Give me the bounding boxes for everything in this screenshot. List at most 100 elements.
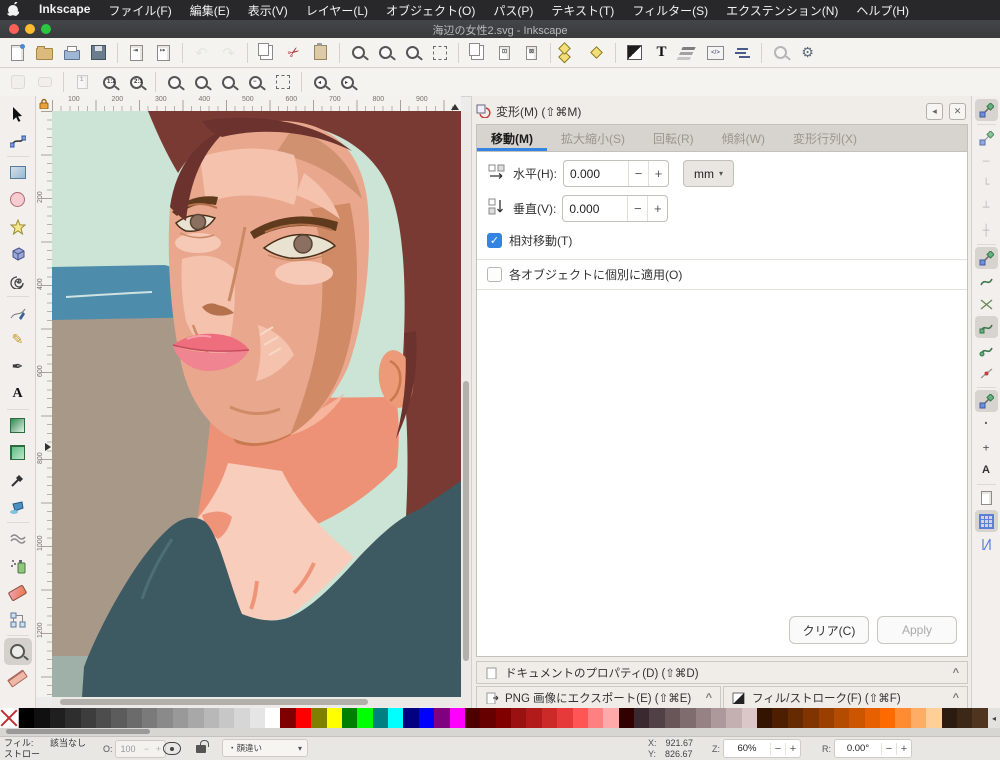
color-swatch[interactable] xyxy=(972,708,987,728)
color-swatch[interactable] xyxy=(173,708,188,728)
color-swatch[interactable] xyxy=(726,708,741,728)
vertical-scrollbar-thumb[interactable] xyxy=(463,381,469,661)
paste-button[interactable] xyxy=(307,41,334,65)
print-button[interactable] xyxy=(58,41,85,65)
rotation-value[interactable]: 0.00° xyxy=(835,743,881,754)
pen-tool[interactable] xyxy=(4,299,32,326)
color-swatch[interactable] xyxy=(911,708,926,728)
pencil-tool[interactable]: ✎ xyxy=(4,326,32,353)
color-swatch[interactable] xyxy=(511,708,526,728)
menu-item[interactable]: オブジェクト(O) xyxy=(377,2,484,19)
horizontal-ruler[interactable]: 100200300400500600700800900 xyxy=(52,96,461,112)
color-swatch[interactable] xyxy=(619,708,634,728)
clear-button[interactable]: クリア(C) xyxy=(789,616,869,644)
zoom-page-button[interactable] xyxy=(399,41,426,65)
panel-bar-fill-stroke[interactable]: フィル/ストローク(F) (⇧⌘F) ^ xyxy=(723,686,968,709)
color-swatch[interactable] xyxy=(65,708,80,728)
save-button[interactable] xyxy=(85,41,112,65)
horizontal-input[interactable] xyxy=(564,167,628,181)
vertical-decrement-button[interactable]: − xyxy=(627,196,647,221)
menu-item[interactable]: テキスト(T) xyxy=(542,2,623,19)
duplicate-button[interactable] xyxy=(464,41,491,65)
color-swatch[interactable] xyxy=(834,708,849,728)
color-swatch[interactable] xyxy=(265,708,280,728)
snap-grids-button[interactable] xyxy=(975,510,998,532)
close-panel-button[interactable]: ✕ xyxy=(949,103,966,120)
color-swatch[interactable] xyxy=(603,708,618,728)
menu-item[interactable]: Inkscape xyxy=(30,2,99,19)
color-swatch[interactable] xyxy=(219,708,234,728)
color-swatch[interactable] xyxy=(634,708,649,728)
color-swatch[interactable] xyxy=(757,708,772,728)
selector-tool[interactable] xyxy=(4,100,32,127)
paint-bucket-tool[interactable] xyxy=(4,493,32,520)
tab-rotate[interactable]: 回転(R) xyxy=(639,125,708,151)
tweak-tool[interactable] xyxy=(4,525,32,552)
zoom-value[interactable]: 60% xyxy=(724,743,770,754)
color-swatch[interactable] xyxy=(496,708,511,728)
clone-button[interactable]: ⊡ xyxy=(491,41,518,65)
cut-button[interactable]: ✂ xyxy=(280,41,307,65)
vertical-input[interactable] xyxy=(563,202,627,216)
zoom-drawing-option-button[interactable] xyxy=(188,70,215,94)
calligraphy-tool[interactable]: ✒ xyxy=(4,353,32,380)
tab-matrix[interactable]: 変形行列(X) xyxy=(779,125,871,151)
horizontal-scrollbar-thumb[interactable] xyxy=(60,699,368,705)
color-swatch[interactable] xyxy=(526,708,541,728)
color-swatch[interactable] xyxy=(19,708,34,728)
palette-scrollbar[interactable] xyxy=(0,728,1000,736)
zoom-1-2-button[interactable]: 1:2 xyxy=(96,70,123,94)
unit-dropdown[interactable]: mm ▾ xyxy=(683,160,734,187)
color-swatch[interactable] xyxy=(957,708,972,728)
copy-button[interactable] xyxy=(253,41,280,65)
color-swatch[interactable] xyxy=(696,708,711,728)
snap-line-midpoints-button[interactable] xyxy=(975,362,998,384)
color-swatch[interactable] xyxy=(96,708,111,728)
color-swatch[interactable] xyxy=(357,708,372,728)
menu-item[interactable]: フィルター(S) xyxy=(623,2,717,19)
color-swatch[interactable] xyxy=(711,708,726,728)
color-swatch[interactable] xyxy=(450,708,465,728)
zoom-previous-button[interactable]: ◂ xyxy=(307,70,334,94)
palette-scrollbar-thumb[interactable] xyxy=(6,729,150,734)
color-swatch[interactable] xyxy=(127,708,142,728)
color-swatch[interactable] xyxy=(665,708,680,728)
color-swatch[interactable] xyxy=(204,708,219,728)
tab-scale[interactable]: 拡大縮小(S) xyxy=(547,125,639,151)
open-button[interactable] xyxy=(31,41,58,65)
ellipse-tool[interactable] xyxy=(4,186,32,213)
color-swatch[interactable] xyxy=(465,708,480,728)
fit-selection-option-button[interactable] xyxy=(269,70,296,94)
color-swatch[interactable] xyxy=(327,708,342,728)
ungroup-button[interactable] xyxy=(583,41,610,65)
ruler-corner[interactable] xyxy=(36,96,53,112)
vertical-ruler[interactable]: 20040060080010001200 xyxy=(36,111,53,697)
mesh-gradient-tool[interactable] xyxy=(4,439,32,466)
align-distribute-button[interactable] xyxy=(729,41,756,65)
color-swatch[interactable] xyxy=(188,708,203,728)
color-swatch[interactable] xyxy=(803,708,818,728)
snap-other-points-button[interactable] xyxy=(975,390,998,412)
color-swatch[interactable] xyxy=(419,708,434,728)
horizontal-decrement-button[interactable]: − xyxy=(628,161,648,186)
color-swatch[interactable] xyxy=(403,708,418,728)
snap-to-paths-button[interactable] xyxy=(975,270,998,292)
layer-visibility-icon[interactable] xyxy=(163,742,181,755)
new-document-button[interactable] xyxy=(4,41,31,65)
zoom-increment-button[interactable]: + xyxy=(785,743,800,755)
preferences-button[interactable]: ⚙ xyxy=(794,41,821,65)
horizontal-scrollbar[interactable] xyxy=(52,697,471,707)
palette-scroll-left-icon[interactable]: ◂ xyxy=(988,708,1000,728)
zoom-decrement-button[interactable]: − xyxy=(770,743,785,755)
color-swatch[interactable] xyxy=(296,708,311,728)
unlink-clone-button[interactable]: ⊠ xyxy=(518,41,545,65)
menu-item[interactable]: ヘルプ(H) xyxy=(847,2,918,19)
color-swatch[interactable] xyxy=(81,708,96,728)
rotation-increment-button[interactable]: + xyxy=(896,743,911,755)
apple-menu[interactable] xyxy=(0,2,26,19)
canvas[interactable] xyxy=(52,111,461,697)
color-swatch[interactable] xyxy=(788,708,803,728)
color-swatch[interactable] xyxy=(542,708,557,728)
color-swatch[interactable] xyxy=(926,708,941,728)
zoom-tool[interactable] xyxy=(4,638,32,665)
